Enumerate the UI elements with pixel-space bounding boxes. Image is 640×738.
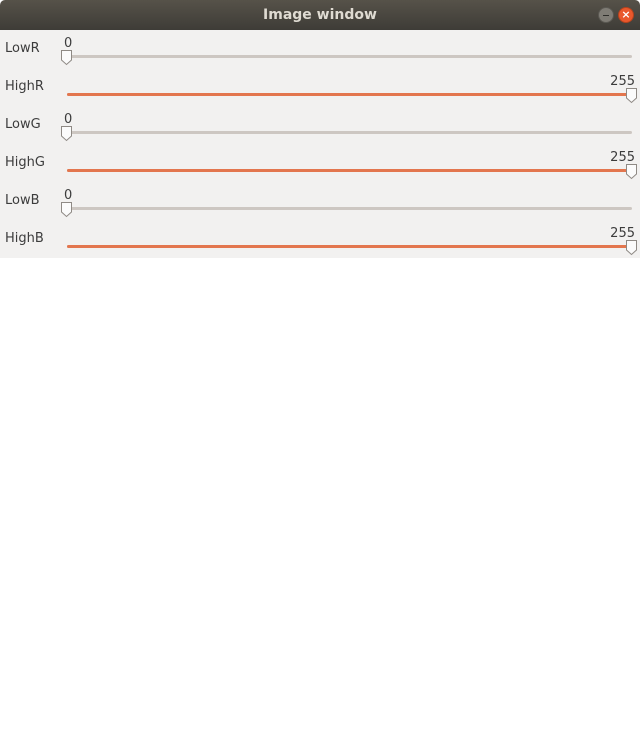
slider-row-highr: HighR 255 [0, 68, 640, 106]
slider-label: LowR [5, 41, 40, 56]
slider-handle[interactable] [60, 125, 73, 142]
slider-row-highg: HighG 255 [0, 144, 640, 182]
slider-handle[interactable] [60, 49, 73, 66]
slider-fill [67, 245, 632, 248]
slider-track[interactable] [67, 131, 632, 134]
slider-label: HighR [5, 79, 44, 94]
slider-track[interactable] [67, 169, 632, 172]
close-button[interactable]: × [618, 7, 634, 23]
slider-label: HighG [5, 155, 45, 170]
title-bar[interactable]: Image window × [0, 0, 640, 30]
close-icon: × [621, 8, 631, 21]
slider-fill [67, 93, 632, 96]
slider-row-highb: HighB 255 [0, 220, 640, 258]
slider-label: LowB [5, 193, 40, 208]
slider-fill [67, 169, 632, 172]
slider-track[interactable] [67, 245, 632, 248]
slider-row-lowg: LowG 0 [0, 106, 640, 144]
slider-handle[interactable] [625, 239, 638, 256]
slider-row-lowb: LowB 0 [0, 182, 640, 220]
slider-track[interactable] [67, 55, 632, 58]
window-title: Image window [263, 7, 377, 23]
minimize-button[interactable] [598, 7, 614, 23]
slider-track[interactable] [67, 93, 632, 96]
trackbar-panel: LowR 0 HighR 255 LowG 0 HighG 255 LowB 0 [0, 30, 640, 258]
slider-handle[interactable] [60, 201, 73, 218]
slider-handle[interactable] [625, 163, 638, 180]
slider-row-lowr: LowR 0 [0, 30, 640, 68]
slider-track[interactable] [67, 207, 632, 210]
slider-label: HighB [5, 231, 44, 246]
slider-label: LowG [5, 117, 41, 132]
slider-handle[interactable] [625, 87, 638, 104]
